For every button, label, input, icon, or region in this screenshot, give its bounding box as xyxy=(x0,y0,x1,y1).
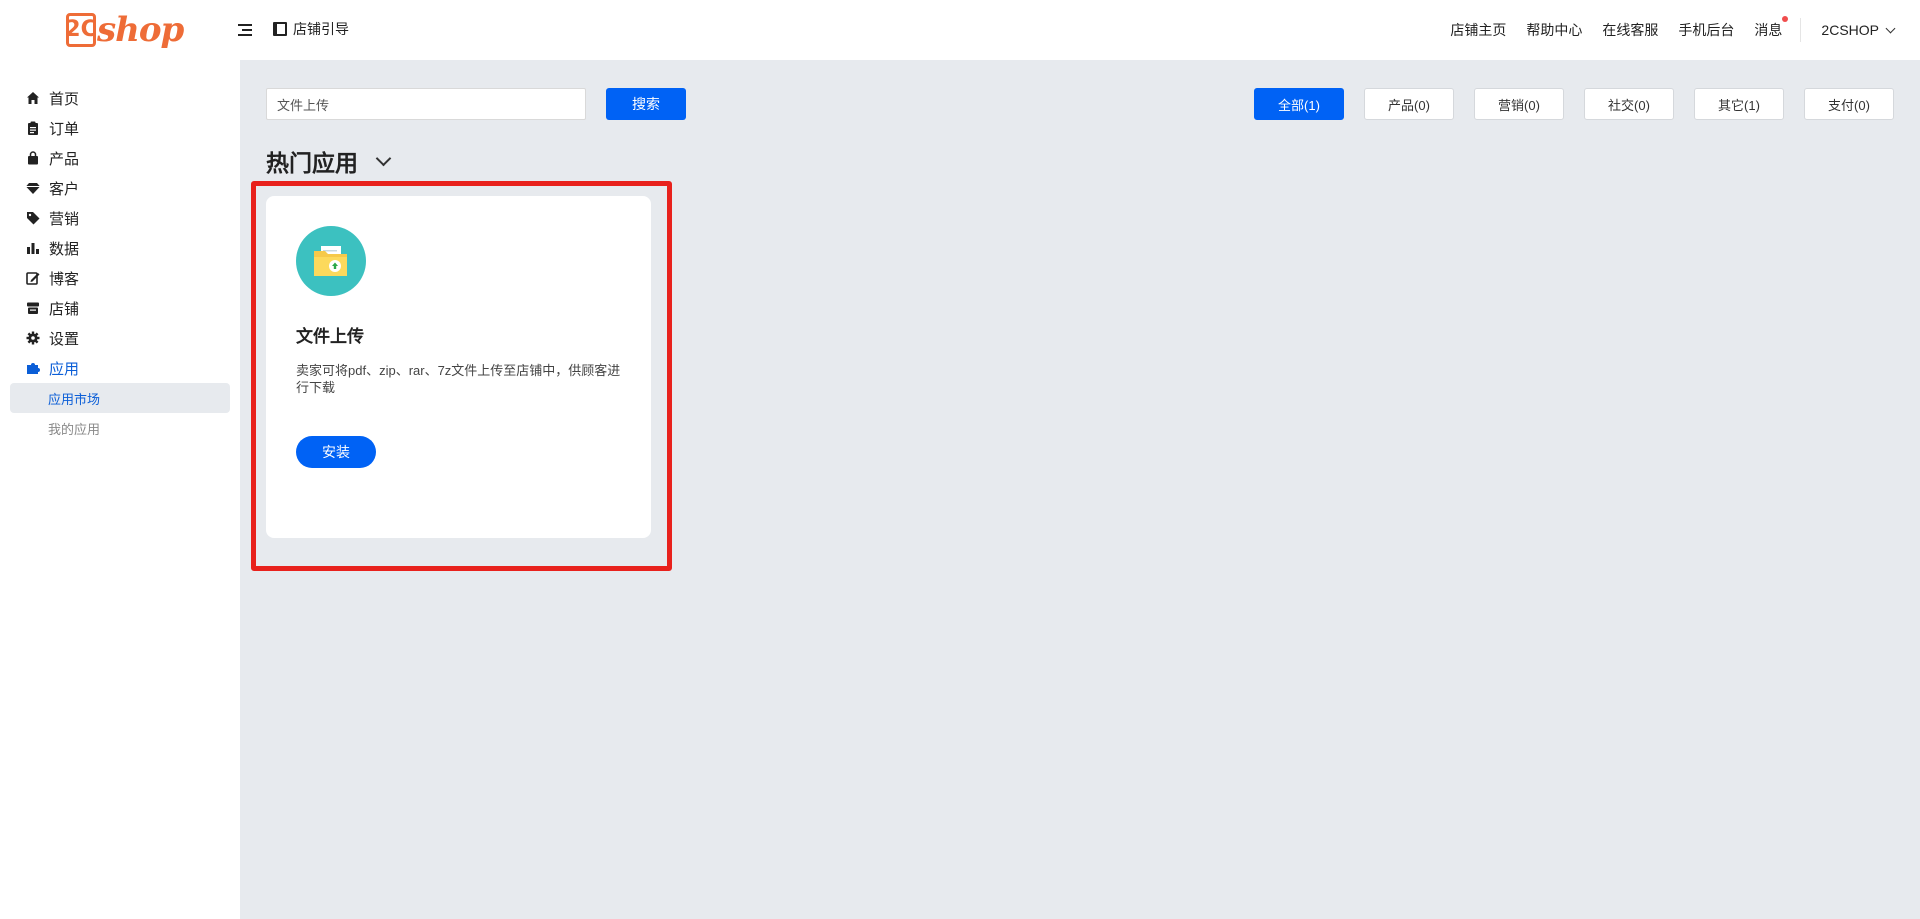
sidebar-item-label: 首页 xyxy=(49,90,80,108)
sidebar-item-store[interactable]: 店铺 xyxy=(0,293,240,323)
nav-help-center[interactable]: 帮助中心 xyxy=(1526,20,1582,40)
bar-chart-icon xyxy=(26,241,40,255)
filter-payment[interactable]: 支付(0) xyxy=(1804,88,1894,120)
filter-other[interactable]: 其它(1) xyxy=(1694,88,1784,120)
folder-upload-icon xyxy=(296,226,366,296)
section-title-text: 热门应用 xyxy=(266,150,358,176)
top-nav: 店铺主页 帮助中心 在线客服 手机后台 消息 2CSHOP xyxy=(1430,0,1896,60)
store-guide-link[interactable]: 店铺引导 xyxy=(273,19,349,39)
app-card: 文件上传 卖家可将pdf、zip、rar、7z文件上传至店铺中，供顾客进行下载 … xyxy=(266,196,651,538)
tag-icon xyxy=(26,211,40,225)
sidebar-subitem-my-apps[interactable]: 我的应用 xyxy=(10,413,230,443)
account-menu[interactable]: 2CSHOP xyxy=(1821,22,1896,38)
sidebar-item-settings[interactable]: 设置 xyxy=(0,323,240,353)
search-input[interactable] xyxy=(266,88,586,120)
nav-messages[interactable]: 消息 xyxy=(1754,16,1789,40)
puzzle-icon xyxy=(26,361,40,375)
menu-toggle-icon[interactable] xyxy=(238,20,254,40)
sidebar: 首页 订单 产品 客户 营销 数据 博客 店铺 设置 应用 应用市场 我的应用 xyxy=(0,60,240,919)
account-name: 2CSHOP xyxy=(1821,22,1879,38)
sidebar-item-home[interactable]: 首页 xyxy=(0,83,240,113)
notification-dot xyxy=(1782,16,1789,22)
filter-all[interactable]: 全部(1) xyxy=(1254,88,1344,120)
filter-marketing[interactable]: 营销(0) xyxy=(1474,88,1564,120)
section-title[interactable]: 热门应用 xyxy=(266,144,392,178)
sidebar-item-customers[interactable]: 客户 xyxy=(0,173,240,203)
sidebar-item-orders[interactable]: 订单 xyxy=(0,113,240,143)
sidebar-item-blog[interactable]: 博客 xyxy=(0,263,240,293)
gear-icon xyxy=(26,331,40,345)
bag-icon xyxy=(26,151,40,165)
sidebar-item-apps[interactable]: 应用 xyxy=(0,353,240,383)
sidebar-item-data[interactable]: 数据 xyxy=(0,233,240,263)
sidebar-subitem-app-market[interactable]: 应用市场 xyxy=(10,383,230,413)
app-name: 文件上传 xyxy=(296,327,364,346)
app-description: 卖家可将pdf、zip、rar、7z文件上传至店铺中，供顾客进行下载 xyxy=(296,363,621,395)
store-icon xyxy=(26,301,40,315)
install-button[interactable]: 安装 xyxy=(296,436,376,468)
sidebar-item-label: 客户 xyxy=(49,180,80,198)
nav-online-support[interactable]: 在线客服 xyxy=(1602,20,1658,40)
sidebar-item-marketing[interactable]: 营销 xyxy=(0,203,240,233)
clipboard-icon xyxy=(26,121,40,135)
nav-divider xyxy=(1800,18,1802,42)
chevron-down-icon xyxy=(375,150,392,166)
sidebar-item-label: 设置 xyxy=(49,330,80,348)
nav-messages-label: 消息 xyxy=(1754,22,1783,38)
search-button[interactable]: 搜索 xyxy=(606,88,686,120)
logo-mark: 2C xyxy=(65,13,97,47)
home-icon xyxy=(26,91,40,105)
sidebar-item-label: 博客 xyxy=(49,270,80,288)
top-bar: 2C shop 店铺引导 店铺主页 帮助中心 在线客服 手机后台 消息 2CSH… xyxy=(0,0,1920,60)
chevron-down-icon xyxy=(1885,23,1896,33)
sidebar-item-label: 应用 xyxy=(49,360,80,378)
sidebar-item-label: 店铺 xyxy=(49,300,80,318)
filter-products[interactable]: 产品(0) xyxy=(1364,88,1454,120)
logo[interactable]: 2C shop xyxy=(65,10,184,50)
store-guide-label: 店铺引导 xyxy=(293,21,349,37)
nav-store-home[interactable]: 店铺主页 xyxy=(1450,20,1506,40)
edit-icon xyxy=(26,271,40,285)
book-icon xyxy=(273,22,287,36)
diamond-icon xyxy=(26,181,40,195)
filter-social[interactable]: 社交(0) xyxy=(1584,88,1674,120)
sidebar-item-label: 订单 xyxy=(49,120,80,138)
category-filters: 全部(1) 产品(0) 营销(0) 社交(0) 其它(1) 支付(0) xyxy=(1254,88,1894,120)
sidebar-item-label: 产品 xyxy=(49,150,80,168)
sidebar-item-label: 数据 xyxy=(49,240,80,258)
sidebar-item-label: 营销 xyxy=(49,210,80,228)
logo-text: shop xyxy=(97,10,184,50)
nav-mobile-admin[interactable]: 手机后台 xyxy=(1678,20,1734,40)
sidebar-item-products[interactable]: 产品 xyxy=(0,143,240,173)
